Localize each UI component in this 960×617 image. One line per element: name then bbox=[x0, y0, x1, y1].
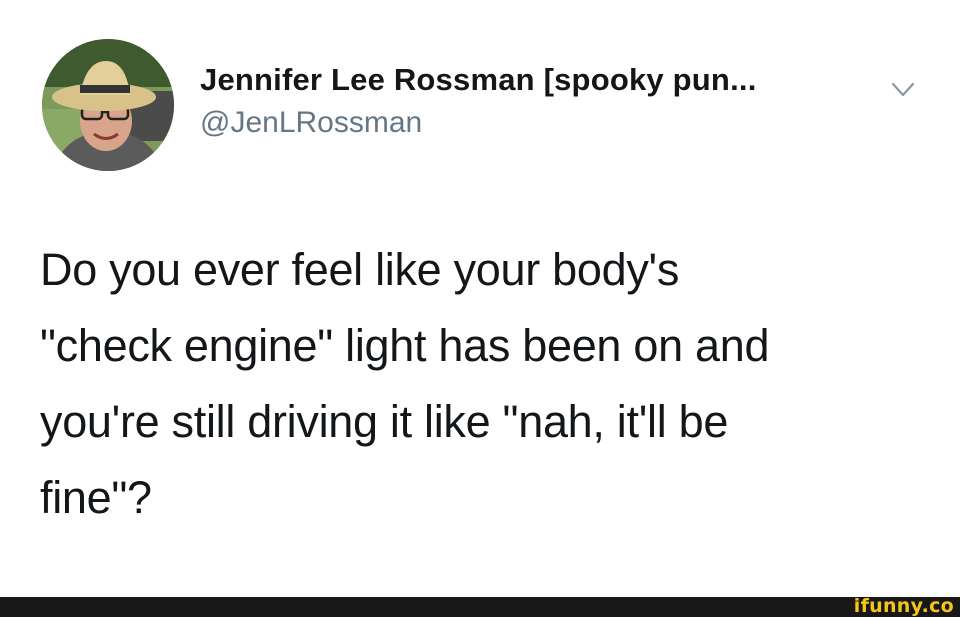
ifunny-watermark: ifunny.co bbox=[853, 595, 954, 617]
tweet-text: Do you ever feel like your body's "check… bbox=[40, 244, 770, 523]
user-handle[interactable]: @JenLRossman bbox=[200, 106, 422, 140]
avatar-photo bbox=[42, 39, 174, 171]
avatar[interactable] bbox=[42, 39, 174, 171]
footer-bar bbox=[0, 597, 960, 617]
tweet-card: Jennifer Lee Rossman [spooky pun... @Jen… bbox=[0, 0, 960, 597]
chevron-down-icon[interactable] bbox=[890, 80, 916, 100]
display-name[interactable]: Jennifer Lee Rossman [spooky pun... bbox=[200, 62, 757, 98]
